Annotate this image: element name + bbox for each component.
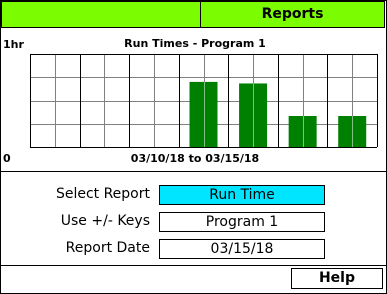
report-date-field[interactable]: 03/15/18 bbox=[159, 239, 325, 259]
help-button[interactable]: Help bbox=[291, 268, 383, 289]
select-report-label: Select Report bbox=[55, 186, 150, 202]
report-date-label: Report Date bbox=[65, 240, 150, 256]
run-time-bar bbox=[288, 116, 317, 147]
date-range-label: 03/10/18 to 03/15/18 bbox=[130, 152, 260, 165]
program-field[interactable]: Program 1 bbox=[159, 212, 325, 232]
chart-bars bbox=[189, 81, 367, 147]
select-report-field[interactable]: Run Time bbox=[159, 185, 325, 205]
run-time-bar bbox=[189, 81, 218, 147]
footer-divider bbox=[0, 265, 387, 266]
section-divider bbox=[0, 171, 387, 172]
use-keys-label: Use +/- Keys bbox=[60, 213, 150, 229]
y-axis-zero-label: 0 bbox=[3, 152, 11, 165]
